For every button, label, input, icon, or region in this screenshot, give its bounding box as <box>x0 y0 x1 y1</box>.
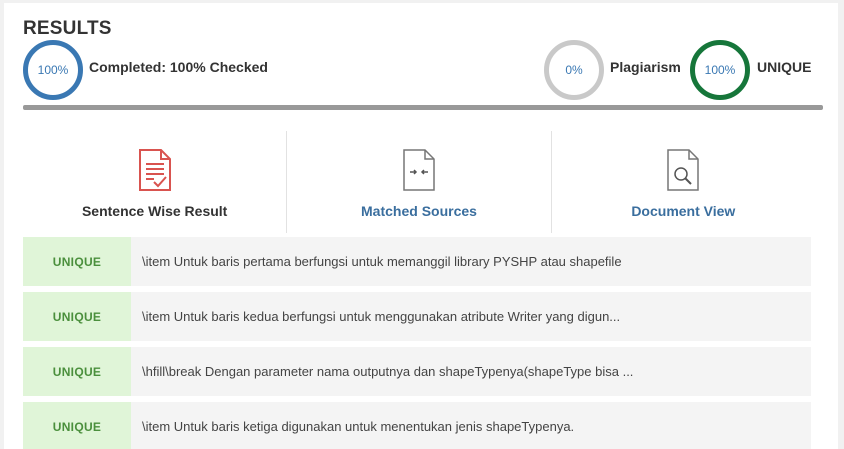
tab-sentence-wise-result-label: Sentence Wise Result <box>81 203 228 219</box>
tab-document-view[interactable]: Document View <box>550 131 815 233</box>
plagiarism-percent: 0% <box>565 63 583 77</box>
sentence-text: \item Untuk baris ketiga digunakan untuk… <box>142 419 575 434</box>
sentence-text: \item Untuk baris pertama berfungsi untu… <box>142 254 622 269</box>
tab-matched-sources-label: Matched Sources <box>361 203 477 219</box>
status-badge: UNIQUE <box>23 347 131 396</box>
plagiarism-ring: 0% <box>544 40 604 100</box>
document-check-icon <box>138 149 171 191</box>
results-panel: RESULTS 100% Completed: 100% Checked 0% … <box>4 3 838 449</box>
completed-progress-ring: 100% <box>23 40 83 100</box>
completed-label: Completed: 100% Checked <box>89 59 268 75</box>
status-badge: UNIQUE <box>23 237 131 286</box>
sentence-row[interactable]: UNIQUE \item Untuk baris pertama berfung… <box>23 237 811 286</box>
sentence-row[interactable]: UNIQUE \hfill\break Dengan parameter nam… <box>23 347 811 396</box>
document-compare-icon <box>403 149 435 191</box>
results-divider <box>23 105 823 110</box>
sentence-result-list: UNIQUE \item Untuk baris pertama berfung… <box>23 237 811 449</box>
tab-document-view-label: Document View <box>631 203 736 219</box>
plagiarism-label: Plagiarism <box>610 59 681 75</box>
unique-percent: 100% <box>704 63 736 77</box>
result-view-tabs: Sentence Wise Result Matched Sources Doc… <box>23 131 815 233</box>
completed-percent: 100% <box>37 63 69 77</box>
results-title: RESULTS <box>23 18 112 39</box>
unique-ring: 100% <box>690 40 750 100</box>
sentence-text: \item Untuk baris kedua berfungsi untuk … <box>142 309 621 324</box>
unique-label: UNIQUE <box>757 59 812 75</box>
sentence-row[interactable]: UNIQUE \item Untuk baris kedua berfungsi… <box>23 292 811 341</box>
sentence-row[interactable]: UNIQUE \item Untuk baris ketiga digunaka… <box>23 402 811 449</box>
status-badge: UNIQUE <box>23 292 131 341</box>
document-search-icon <box>667 149 700 191</box>
tab-matched-sources[interactable]: Matched Sources <box>286 131 550 233</box>
status-badge: UNIQUE <box>23 402 131 449</box>
tab-sentence-wise-result[interactable]: Sentence Wise Result <box>23 131 286 233</box>
sentence-text: \hfill\break Dengan parameter nama outpu… <box>142 364 634 379</box>
